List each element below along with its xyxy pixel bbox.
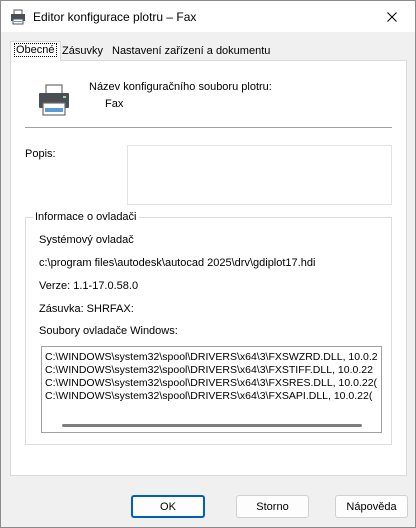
close-icon bbox=[387, 11, 397, 22]
tab-general[interactable]: Obecné bbox=[10, 41, 61, 61]
config-file-name-value: Fax bbox=[105, 98, 124, 110]
general-tab-panel: Název konfiguračního souboru plotru: Fax… bbox=[10, 60, 407, 476]
description-field[interactable] bbox=[127, 145, 392, 205]
title-bar: Editor konfigurace plotru – Fax bbox=[1, 1, 415, 32]
plotter-config-editor-window: Editor konfigurace plotru – Fax Obecné Z… bbox=[0, 0, 416, 528]
driver-port: Zásuvka: SHRFAX: bbox=[39, 303, 134, 315]
tab-device-document-settings-label: Nastavení zařízení a dokumentu bbox=[112, 45, 271, 57]
printer-icon bbox=[11, 9, 25, 25]
cancel-button[interactable]: Storno bbox=[236, 495, 309, 518]
driver-version: Verze: 1.1-17.0.58.0 bbox=[39, 280, 139, 292]
list-item[interactable]: C:\WINDOWS\system32\spool\DRIVERS\x64\3\… bbox=[45, 377, 377, 389]
tab-ports[interactable]: Zásuvky bbox=[58, 42, 107, 60]
horizontal-scrollbar[interactable] bbox=[62, 424, 362, 427]
tab-ports-label: Zásuvky bbox=[62, 45, 103, 57]
driver-path: c:\program files\autodesk\autocad 2025\d… bbox=[39, 257, 316, 269]
list-item[interactable]: C:\WINDOWS\system32\spool\DRIVERS\x64\3\… bbox=[45, 351, 378, 363]
driver-files-label: Soubory ovladače Windows: bbox=[39, 325, 178, 337]
separator bbox=[25, 127, 392, 128]
window-title: Editor konfigurace plotru – Fax bbox=[33, 10, 197, 24]
tab-general-label: Obecné bbox=[14, 43, 57, 57]
close-button[interactable] bbox=[369, 1, 415, 32]
list-item[interactable]: C:\WINDOWS\system32\spool\DRIVERS\x64\3\… bbox=[45, 390, 372, 402]
driver-type: Systémový ovladač bbox=[39, 234, 134, 246]
config-file-name-label: Název konfiguračního souboru plotru: bbox=[89, 81, 272, 93]
list-item[interactable]: C:\WINDOWS\system32\spool\DRIVERS\x64\3\… bbox=[45, 364, 373, 376]
description-label: Popis: bbox=[25, 148, 56, 160]
driver-info-group-title: Informace o ovladači bbox=[33, 211, 139, 223]
help-button[interactable]: Nápověda bbox=[335, 495, 408, 518]
tab-device-document-settings[interactable]: Nastavení zařízení a dokumentu bbox=[108, 42, 274, 60]
driver-files-list[interactable]: C:\WINDOWS\system32\spool\DRIVERS\x64\3\… bbox=[41, 346, 382, 433]
tab-bar: Obecné Zásuvky Nastavení zařízení a doku… bbox=[10, 41, 406, 61]
printer-icon bbox=[39, 84, 69, 116]
ok-button[interactable]: OK bbox=[131, 495, 205, 518]
